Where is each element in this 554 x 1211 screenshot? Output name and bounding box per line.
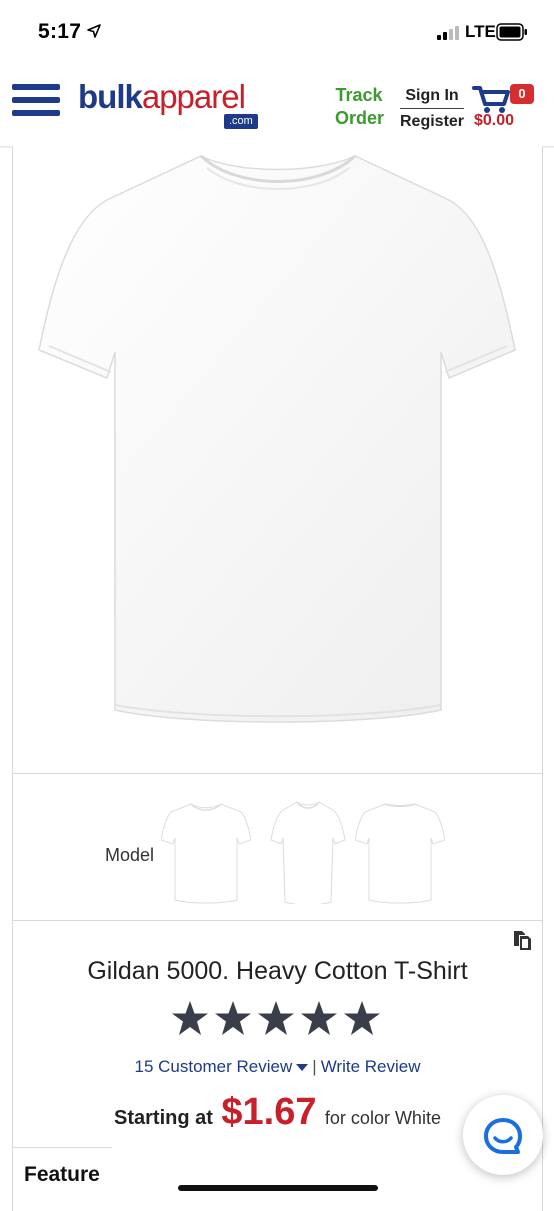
copy-icon[interactable] [511,929,533,951]
star-1-icon [172,1001,208,1035]
sign-in-link[interactable]: Sign In [400,84,465,109]
tshirt-front-image [38,154,516,723]
customer-review-link[interactable]: 15 Customer Review [134,1057,309,1076]
location-arrow-icon [87,24,101,38]
caret-down-icon [296,1064,309,1072]
starting-at-label: Starting at [114,1107,213,1129]
menu-icon[interactable] [12,84,60,118]
site-logo[interactable]: bulkapparel .com [78,78,258,132]
review-links: 15 Customer Review | Write Review [13,1057,542,1077]
thumbnail-side[interactable] [263,800,353,904]
logo-text-apparel: apparel [141,78,246,115]
network-type: LTE [465,22,496,41]
star-3-icon [258,1001,294,1035]
account-links: Sign In Register [400,84,465,133]
thumbnail-strip: Model [12,774,543,921]
register-link[interactable]: Register [400,113,464,130]
star-5-icon [344,1001,380,1035]
track-order-link[interactable]: Track Order [335,84,385,130]
cart-total: $0.00 [474,112,515,129]
track-order-line2: Order [335,108,385,128]
chat-bubble-icon [484,1118,522,1154]
star-rating [172,1001,380,1035]
write-review-link[interactable]: Write Review [321,1057,421,1076]
status-bar: 5:17 LTE [0,0,554,64]
price-color-label: for color White [324,1108,441,1128]
home-indicator [178,1185,378,1191]
chat-button[interactable] [463,1095,543,1175]
cell-signal-icon [437,26,459,40]
product-price: $1.67 [221,1091,317,1133]
feature-section-heading[interactable]: Feature [24,1163,100,1187]
cart-button[interactable]: 0 $0.00 [472,84,536,134]
section-divider [12,1147,112,1148]
track-order-line1: Track [335,85,383,105]
status-time: 5:17 [38,20,82,43]
model-label: Model [105,845,155,865]
cart-count-badge: 0 [510,84,534,104]
product-title: Gildan 5000. Heavy Cotton T-Shirt [87,957,468,985]
review-separator: | [312,1057,317,1076]
thumbnail-front[interactable] [161,800,251,904]
star-4-icon [301,1001,337,1035]
main-product-image[interactable] [12,146,543,774]
battery-icon [496,23,527,41]
logo-text-bulk: bulk [78,78,143,115]
site-header: bulkapparel .com Track Order Sign In Reg… [0,64,554,148]
thumbnail-back[interactable] [355,800,445,904]
cart-icon [472,86,510,113]
star-2-icon [215,1001,251,1035]
logo-domain: .com [224,114,258,129]
